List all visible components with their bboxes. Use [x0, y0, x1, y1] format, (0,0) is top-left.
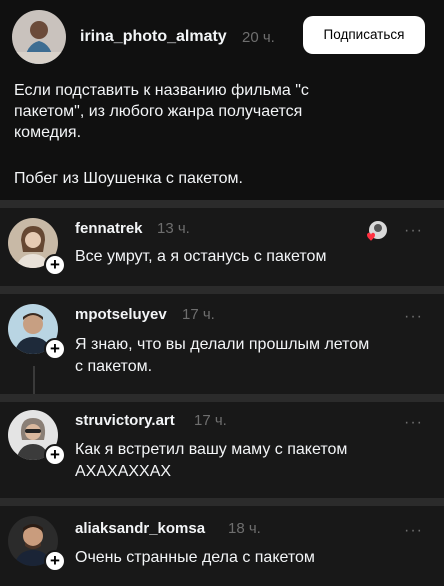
- post-username[interactable]: irina_photo_almaty: [80, 28, 227, 46]
- more-options-icon[interactable]: ···: [404, 308, 423, 326]
- divider: [0, 498, 444, 506]
- original-post: irina_photo_almaty 20 ч. Подписаться Есл…: [0, 0, 444, 200]
- avatar-photo-icon: [12, 10, 66, 64]
- reply-text-line: Как я встретил вашу маму с пакетом: [75, 441, 348, 458]
- reply-text-line: Я знаю, что вы делали прошлым летом: [75, 336, 370, 353]
- more-options-icon[interactable]: ···: [404, 522, 423, 540]
- divider: [0, 286, 444, 294]
- reply-username[interactable]: mpotseluyev: [75, 306, 167, 323]
- follow-plus-icon[interactable]: +: [44, 338, 66, 360]
- reply-timestamp: 13 ч.: [157, 220, 190, 237]
- follow-plus-icon[interactable]: +: [44, 550, 66, 572]
- post-text-line: комедия.: [14, 124, 82, 141]
- reply-item: + aliaksandr_komsa 18 ч. ··· Очень стран…: [0, 506, 444, 586]
- post-text: Если подставить к названию фильма "с пак…: [14, 80, 434, 143]
- post-text-second: Побег из Шоушенка с пакетом.: [14, 170, 243, 187]
- reply-item: + mpotseluyev 17 ч. ··· Я знаю, что вы д…: [0, 294, 444, 394]
- reply-text-line: АХАХАХХАХ: [75, 463, 172, 480]
- reply-username[interactable]: aliaksandr_komsa: [75, 520, 205, 537]
- reply-item: + struvictory.art 17 ч. ··· Как я встрет…: [0, 402, 444, 498]
- reply-text-line: Очень странные дела с пакетом: [75, 549, 315, 566]
- avatar[interactable]: [12, 10, 66, 64]
- post-text-line: Если подставить к названию фильма "с: [14, 82, 309, 99]
- divider: [0, 200, 444, 208]
- reply-text: Как я встретил вашу маму с пакетом АХАХА…: [75, 439, 405, 483]
- reply-username[interactable]: struvictory.art: [75, 412, 175, 429]
- reply-text: Очень странные дела с пакетом: [75, 547, 405, 569]
- reply-text: Все умрут, а я останусь с пакетом: [75, 246, 405, 268]
- divider: [0, 394, 444, 402]
- reply-item: + fennatrek 13 ч. ··· Все умрут, а я ост…: [0, 208, 444, 286]
- more-options-icon[interactable]: ···: [404, 222, 423, 240]
- follow-plus-icon[interactable]: +: [44, 254, 66, 276]
- reply-timestamp: 18 ч.: [228, 520, 261, 537]
- reply-username[interactable]: fennatrek: [75, 220, 143, 237]
- reply-text-line: с пакетом.: [75, 358, 153, 375]
- follow-plus-icon[interactable]: +: [44, 444, 66, 466]
- liked-by-author-icon: [367, 221, 387, 241]
- reply-text: Я знаю, что вы делали прошлым летом с па…: [75, 334, 405, 378]
- thread-line: [33, 366, 35, 394]
- post-text-line: пакетом", из любого жанра получается: [14, 103, 303, 120]
- reply-text-line: Все умрут, а я останусь с пакетом: [75, 248, 327, 265]
- reply-timestamp: 17 ч.: [194, 412, 227, 429]
- more-options-icon[interactable]: ···: [404, 414, 423, 432]
- follow-button[interactable]: Подписаться: [303, 16, 425, 54]
- post-timestamp: 20 ч.: [242, 29, 275, 46]
- reply-timestamp: 17 ч.: [182, 306, 215, 323]
